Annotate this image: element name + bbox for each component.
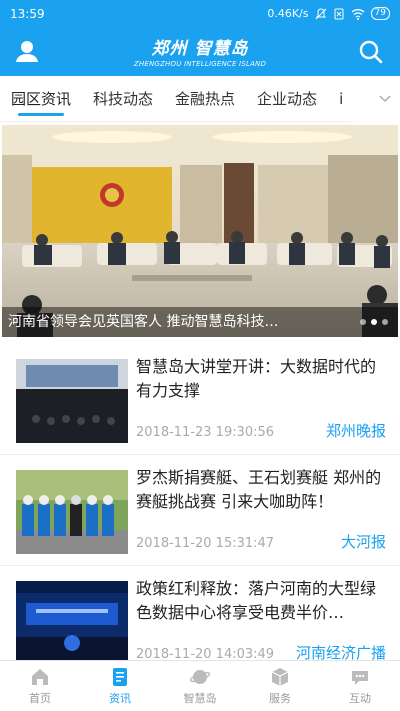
news-icon xyxy=(113,668,127,686)
nav-home[interactable]: 首页 xyxy=(0,661,80,711)
carousel-dot xyxy=(360,319,366,325)
nav-home-label: 首页 xyxy=(29,692,51,705)
chevron-down-icon[interactable] xyxy=(370,76,400,122)
news-source: 郑州晚报 xyxy=(325,422,386,440)
home-icon xyxy=(32,669,48,685)
category-tabs: 园区资讯 科技动态 金融热点 企业动态 i xyxy=(0,76,400,122)
news-item[interactable]: 罗杰斯捐赛艇、王石划赛艇 郑州的赛艇挑战赛 引来大咖助阵！ 2018-11-20… xyxy=(0,455,400,566)
nav-service[interactable]: 服务 xyxy=(240,661,320,711)
news-date: 2018-11-20 15:31:47 xyxy=(136,536,275,551)
nav-island-label: 智慧岛 xyxy=(183,692,217,705)
app-title-cn: 郑州 智慧岛 xyxy=(151,39,249,59)
banner-image xyxy=(2,125,398,337)
bottom-nav: 首页 资讯 智慧岛 服务 互动 xyxy=(0,660,400,711)
top-bar: 13:59 0.46K/s 79 郑州 智慧岛 ZHENGZHOU INTELL… xyxy=(0,0,400,76)
nav-island[interactable]: 智慧岛 xyxy=(160,661,240,711)
nav-service-label: 服务 xyxy=(269,692,291,705)
tab-finance[interactable]: 金融热点 xyxy=(164,76,246,122)
nav-interact[interactable]: 互动 xyxy=(320,661,400,711)
battery-icon: 79 xyxy=(370,7,390,20)
news-date: 2018-11-23 19:30:56 xyxy=(136,425,275,440)
news-thumbnail xyxy=(16,581,128,665)
nav-interact-label: 互动 xyxy=(349,692,371,705)
carousel-dots xyxy=(360,319,388,325)
news-title: 罗杰斯捐赛艇、王石划赛艇 郑州的赛艇挑战赛 引来大咖助阵！ xyxy=(136,468,382,511)
app-title: 郑州 智慧岛 ZHENGZHOU INTELLIGENCE ISLAND xyxy=(0,34,400,68)
app-title-en: ZHENGZHOU INTELLIGENCE ISLAND xyxy=(133,60,267,68)
banner-caption[interactable]: 河南省领导会见英国客人 推动智慧岛科技… xyxy=(2,307,398,337)
news-item[interactable]: 智慧岛大讲堂开讲：大数据时代的有力支撑 2018-11-23 19:30:56 … xyxy=(0,344,400,455)
app-screen: 13:59 0.46K/s 79 郑州 智慧岛 ZHENGZHOU INTELL… xyxy=(0,0,400,711)
news-thumbnail xyxy=(16,359,128,443)
app-header: 郑州 智慧岛 ZHENGZHOU INTELLIGENCE ISLAND xyxy=(0,27,400,76)
search-icon[interactable] xyxy=(356,37,386,67)
nav-news-label: 资讯 xyxy=(109,692,131,705)
news-source: 大河报 xyxy=(340,533,386,551)
news-list: 智慧岛大讲堂开讲：大数据时代的有力支撑 2018-11-23 19:30:56 … xyxy=(0,344,400,677)
cube-icon xyxy=(271,668,289,686)
bell-off-icon xyxy=(315,7,326,19)
carousel-dot-active xyxy=(371,319,377,325)
wifi-icon xyxy=(351,8,364,20)
planet-icon xyxy=(189,670,211,684)
status-indicators: 0.46K/s 79 xyxy=(267,7,390,20)
tab-tech-news[interactable]: 科技动态 xyxy=(82,76,164,122)
status-bar: 13:59 0.46K/s 79 xyxy=(0,0,400,27)
tab-park-news[interactable]: 园区资讯 xyxy=(0,76,82,122)
banner-carousel[interactable]: 河南省领导会见英国客人 推动智慧岛科技… xyxy=(2,125,398,337)
sim-icon xyxy=(334,8,344,19)
network-speed: 0.46K/s xyxy=(267,7,309,20)
news-thumbnail xyxy=(16,470,128,554)
tab-fade xyxy=(346,76,370,122)
chat-icon xyxy=(352,671,368,685)
status-time: 13:59 xyxy=(10,6,45,21)
nav-news[interactable]: 资讯 xyxy=(80,661,160,711)
carousel-dot xyxy=(382,319,388,325)
news-title: 政策红利释放：落户河南的大型绿色数据中心将享受电费半价… xyxy=(136,579,377,622)
news-title: 智慧岛大讲堂开讲：大数据时代的有力支撑 xyxy=(136,357,377,400)
tab-company-news[interactable]: 企业动态 xyxy=(246,76,328,122)
